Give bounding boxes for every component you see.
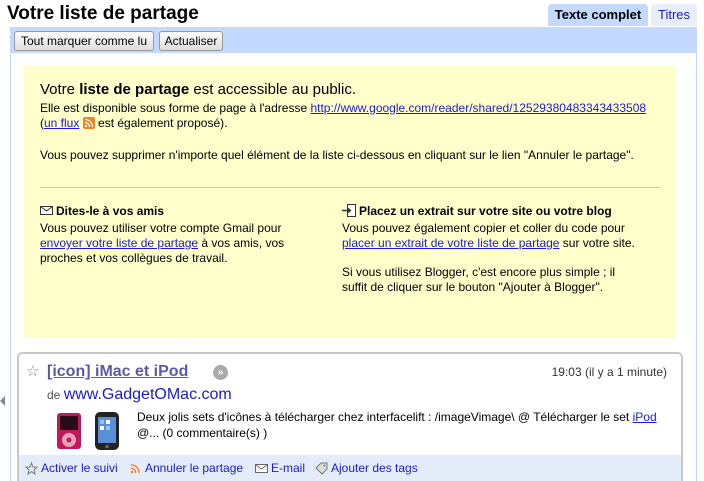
refresh-button[interactable]: Actualiser xyxy=(159,31,223,51)
embed-text-pre: Vous pouvez également copier et coller d… xyxy=(342,221,625,235)
tab-full-text[interactable]: Texte complet xyxy=(548,4,648,26)
share-with-friends-section: Dites-le à vos amis Vous pouvez utiliser… xyxy=(40,204,320,266)
star-outline-icon xyxy=(25,461,38,475)
email-label: E-mail xyxy=(271,461,306,475)
entry-source: de www.GadgetOMac.com xyxy=(47,386,232,404)
share-heading: Dites-le à vos amis xyxy=(40,204,320,221)
blogger-text: Si vous utilisez Blogger, c'est encore p… xyxy=(342,265,616,294)
share-heading-text: Dites-le à vos amis xyxy=(56,204,165,218)
divider xyxy=(40,187,660,188)
mark-all-read-button[interactable]: Tout marquer comme lu xyxy=(14,31,154,51)
ipod-iphone-thumbnail xyxy=(55,411,129,451)
email-action[interactable]: E-mail xyxy=(255,461,305,475)
tab-titles[interactable]: Titres xyxy=(651,4,697,26)
embed-heading: Placez un extrait sur votre site ou votr… xyxy=(342,204,642,221)
notice-remove-text: Vous pouvez supprimer n'importe quel élé… xyxy=(40,148,634,162)
header: Votre liste de partage Texte complet Tit… xyxy=(0,0,704,27)
notice-address-pre: Elle est disponible sous forme de page à… xyxy=(40,101,311,115)
tag-icon xyxy=(315,462,328,475)
add-tags-action[interactable]: Ajouter des tags xyxy=(315,461,418,475)
envelope-icon xyxy=(40,204,53,221)
open-original-icon[interactable]: » xyxy=(213,365,228,380)
entry-actions-bar: Activer le suivi Annuler le partage E-ma… xyxy=(17,455,683,481)
embed-text-post: sur votre site. xyxy=(559,236,635,250)
entry-body-link[interactable]: iPod xyxy=(633,410,657,424)
place-clip-link[interactable]: placer un extrait de votre liste de part… xyxy=(342,236,559,250)
notice-address-post: est également proposé). xyxy=(94,116,228,130)
public-notice: Votre liste de partage est accessible au… xyxy=(24,66,676,338)
entry-source-link[interactable]: www.GadgetOMac.com xyxy=(64,386,232,403)
shared-page-url-link[interactable]: http://www.google.com/reader/shared/1252… xyxy=(310,101,646,115)
share-broadcast-icon xyxy=(129,462,142,475)
embed-arrow-icon xyxy=(342,204,356,221)
embed-text: Vous pouvez également copier et coller d… xyxy=(342,221,642,251)
entry-time: 19:03 (il y a 1 minute) xyxy=(551,365,667,379)
embed-clip-section: Placez un extrait sur votre site ou votr… xyxy=(342,204,642,295)
collapse-arrow-icon[interactable] xyxy=(0,396,5,406)
entry-body-pre: Deux jolis sets d'icônes à télécharger c… xyxy=(137,410,633,424)
share-text: Vous pouvez utiliser votre compte Gmail … xyxy=(40,221,320,266)
entry-title[interactable]: [icon] iMac et iPod xyxy=(47,363,188,381)
notice-title-post: est accessible au public. xyxy=(189,81,357,98)
embed-heading-text: Placez un extrait sur votre site ou votr… xyxy=(359,204,612,218)
follow-label: Activer le suivi xyxy=(41,461,118,475)
feed-link[interactable]: un flux xyxy=(44,116,79,130)
share-text-pre: Vous pouvez utiliser votre compte Gmail … xyxy=(40,221,282,235)
notice-title-pre: Votre xyxy=(40,81,80,98)
page-title: Votre liste de partage xyxy=(7,3,199,24)
envelope-icon xyxy=(255,463,268,474)
follow-action[interactable]: Activer le suivi xyxy=(25,461,118,475)
unshare-action[interactable]: Annuler le partage xyxy=(129,461,243,475)
notice-title: Votre liste de partage est accessible au… xyxy=(40,81,356,98)
entry-source-prefix: de xyxy=(47,388,64,402)
notice-title-bold: liste de partage xyxy=(79,81,190,98)
entry-body-post: @... (0 commentaire(s) ) xyxy=(137,426,268,440)
rss-icon[interactable] xyxy=(82,117,95,129)
unshare-label: Annuler le partage xyxy=(145,461,244,475)
star-icon[interactable]: ☆ xyxy=(26,362,39,380)
entry-body: Deux jolis sets d'icônes à télécharger c… xyxy=(137,409,667,441)
notice-address-line: Elle est disponible sous forme de page à… xyxy=(40,101,650,131)
add-tags-label: Ajouter des tags xyxy=(331,461,418,475)
toolbar: Tout marquer comme lu Actualiser xyxy=(10,27,697,53)
send-share-list-link[interactable]: envoyer votre liste de partage xyxy=(40,236,198,250)
